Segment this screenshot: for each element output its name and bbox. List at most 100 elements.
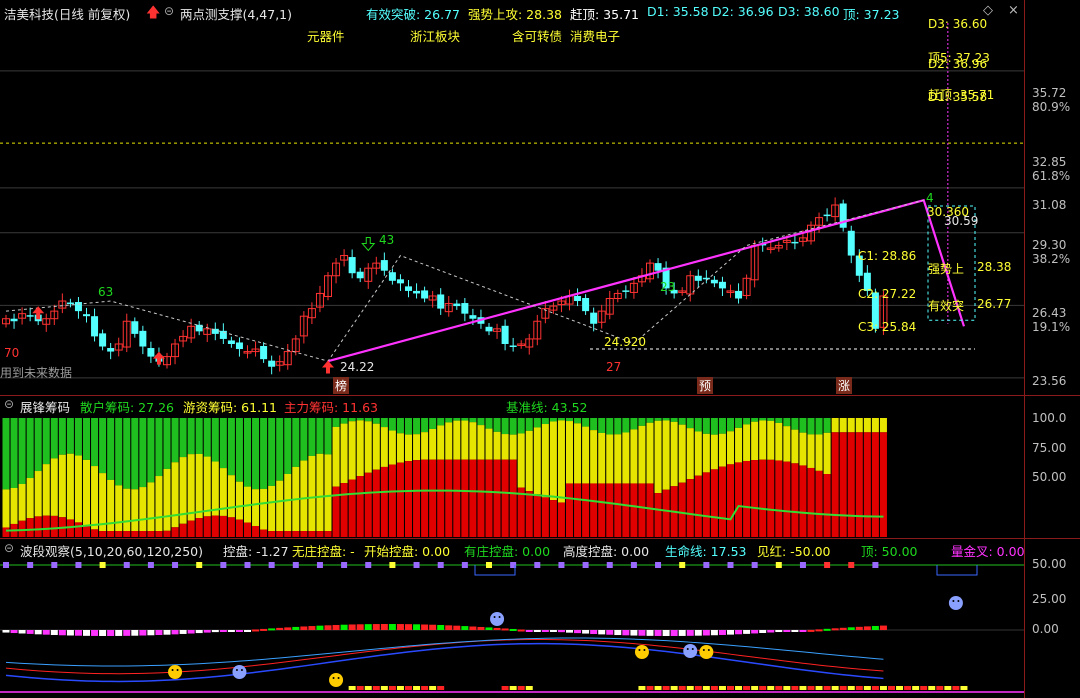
wave-bottom-block: [364, 686, 372, 690]
chip-bar-hot: [694, 431, 702, 476]
candle-body: [227, 340, 235, 344]
wave-bar: [34, 630, 42, 635]
chip-bar-retail: [42, 418, 50, 465]
wave-marker: [172, 562, 179, 568]
wave-marker: [606, 562, 613, 568]
chip-bar-main: [855, 432, 863, 537]
candle-body: [839, 203, 847, 228]
sector-tag[interactable]: 消费电子: [570, 26, 620, 45]
wave-bar: [99, 630, 107, 636]
chip-bar-hot: [847, 418, 855, 433]
wave-marker: [582, 562, 589, 568]
wave-bar: [445, 625, 453, 630]
d3-label: D3: 36.60: [928, 17, 988, 31]
chip-bar-hot: [147, 482, 155, 532]
chip-bar-main: [807, 467, 815, 537]
signal-tag[interactable]: 榜: [333, 377, 350, 394]
wave-bottom-block: [501, 686, 509, 690]
chip-bar-hot: [598, 432, 606, 484]
wave-marker: [630, 562, 637, 568]
wave-marker: [703, 562, 710, 568]
wave-marker: [244, 562, 251, 568]
chip-bar-hot: [171, 462, 179, 528]
wave-life: 生命线: 17.53: [665, 544, 747, 559]
chip-bar-main: [743, 460, 751, 537]
wave-bar: [429, 624, 437, 630]
chip-bar-main: [18, 520, 26, 537]
wave-bar: [839, 627, 847, 630]
chip-bar-retail: [678, 418, 686, 425]
chip-bar-retail: [445, 418, 453, 423]
wave-bar: [831, 628, 839, 631]
chip-bar-hot: [364, 421, 372, 473]
sector-tag[interactable]: 含可转债: [512, 26, 562, 45]
candle-body: [590, 312, 598, 324]
chip-bar-hot: [686, 428, 694, 480]
chip-bar-hot: [622, 432, 630, 484]
chip-bar-main: [791, 463, 799, 537]
wave-bottom-block: [678, 686, 686, 690]
chip-bar-hot: [759, 420, 767, 460]
diamond-icon[interactable]: ◇: [983, 3, 993, 18]
smiley-face-icon: [699, 645, 714, 659]
wave-marker: [389, 562, 396, 568]
signal-tag[interactable]: 预: [697, 377, 714, 394]
collapse-circle-icon[interactable]: ⊝: [4, 541, 14, 555]
chip-bar-hot: [517, 433, 525, 488]
wave-bar: [324, 625, 332, 630]
sector-tag[interactable]: 元器件: [307, 26, 345, 45]
chip-bar-hot: [380, 427, 388, 467]
chip-bar-main: [163, 530, 171, 537]
wave-bar: [219, 630, 227, 632]
chip-bar-hot: [195, 453, 203, 519]
collapse-circle-icon[interactable]: ⊝: [4, 397, 14, 411]
chip-bar-retail: [718, 418, 726, 434]
chip-bar-hot: [316, 453, 324, 532]
c3-label: C3: 25.84: [858, 320, 917, 334]
wave-bar: [501, 628, 509, 631]
wave-bar: [662, 630, 670, 636]
signal-tag[interactable]: 涨: [836, 377, 853, 394]
wave-cyan-line: [5, 637, 884, 667]
chip-bar-retail: [485, 418, 493, 429]
chip-bar-retail: [767, 418, 775, 421]
wave-bottom-block: [638, 686, 646, 690]
candle-body: [718, 281, 726, 289]
chip-bar-retail: [574, 418, 582, 424]
chip-bar-retail: [493, 418, 501, 432]
chip-bar-main: [268, 531, 276, 537]
smiley-face-icon: [168, 665, 183, 679]
chip-indicator-title: 展锋筹码: [20, 400, 71, 415]
hdr-d2: D2: 36.96: [712, 4, 774, 19]
chip-bar-main: [187, 520, 195, 537]
chip-bar-retail: [227, 418, 235, 476]
chip-bar-retail: [219, 418, 227, 469]
wave-bottom-block: [847, 686, 855, 690]
chip-bar-retail: [759, 418, 767, 421]
chip-bar-retail: [66, 418, 74, 454]
chip-bar-retail: [316, 418, 324, 454]
chip-bar-hot: [429, 428, 437, 460]
candle-body: [421, 290, 429, 299]
chip-bar-retail: [364, 418, 372, 422]
collapse-circle-icon[interactable]: ⊝: [164, 4, 174, 18]
wave-bottom-block: [735, 686, 743, 690]
close-icon[interactable]: ×: [1008, 3, 1019, 18]
chip-bar-hot: [252, 489, 260, 526]
wave-no-ctrl: 无庄控盘: -: [292, 544, 355, 559]
wave-bar: [364, 624, 372, 630]
chip-bar-hot: [348, 421, 356, 480]
chip-bar-main: [421, 459, 429, 537]
kline-chart[interactable]: [0, 0, 1080, 698]
eff-breakout-label: 有效突: [928, 299, 965, 313]
chip-bar-retail: [429, 418, 437, 429]
chip-bar-retail: [735, 418, 743, 428]
chip-bar-main: [541, 497, 549, 537]
chip-bar-hot: [284, 473, 292, 532]
chip-bar-retail: [91, 418, 99, 467]
chip-bar-main: [123, 531, 131, 537]
chip-bar-retail: [630, 418, 638, 430]
sector-tag[interactable]: 浙江板块: [410, 26, 460, 45]
candle-body: [139, 330, 147, 347]
wave-bar: [871, 625, 879, 630]
